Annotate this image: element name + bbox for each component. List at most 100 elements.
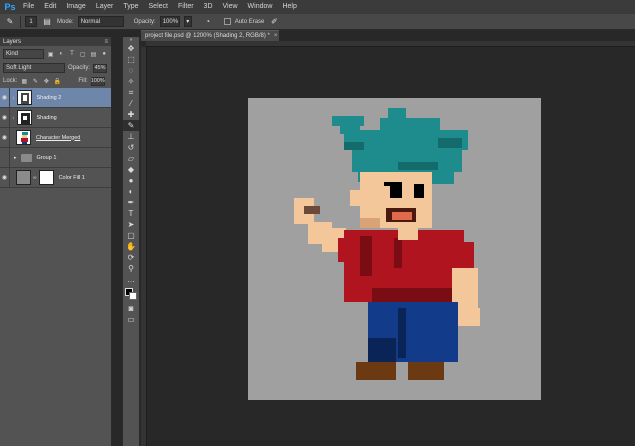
mask-thumbnail (38, 170, 54, 185)
pencil-tool-icon[interactable]: ✎ (123, 120, 139, 131)
mode-select[interactable]: Normal (77, 16, 124, 27)
layer-name[interactable]: Character Merged (36, 135, 80, 141)
layer-thumbnail (16, 90, 32, 105)
pen-tool-icon[interactable]: ✒ (123, 197, 139, 208)
eyedropper-tool-icon[interactable]: ⁄ (123, 98, 139, 109)
opacity-label: Opacity: (133, 18, 156, 25)
layer-row-character-merged[interactable]: ◉ Character Merged (0, 127, 111, 148)
healing-brush-tool-icon[interactable]: ✚ (123, 109, 139, 120)
pixel-filter-icon[interactable]: ▣ (47, 50, 55, 58)
layer-row-shading-2[interactable]: ◉ ↓ Shading 2 (0, 87, 111, 108)
folder-icon (20, 153, 32, 162)
document-canvas[interactable] (248, 98, 541, 400)
layer-row-group-1[interactable]: ▸ Group 1 (0, 147, 111, 168)
clip-arrow-icon: ↓ (12, 114, 15, 121)
menu-select[interactable]: Select (144, 0, 173, 14)
menu-layer[interactable]: Layer (91, 0, 119, 14)
lasso-tool-icon[interactable]: ◌ (123, 65, 139, 76)
menu-help[interactable]: Help (277, 0, 301, 14)
move-tool-icon[interactable]: ✥ (123, 43, 139, 54)
visibility-toggle-off[interactable] (0, 147, 10, 168)
crop-tool-icon[interactable]: ⌗ (123, 87, 139, 98)
pencil-tool-icon[interactable]: ✎ (4, 16, 16, 28)
lock-transparency-icon[interactable]: ▦ (20, 77, 28, 85)
more-tools-icon[interactable]: … (123, 274, 139, 285)
fill-label: Fill: (78, 78, 88, 84)
close-tab-icon[interactable]: × (274, 33, 278, 39)
menu-window[interactable]: Window (243, 0, 278, 14)
menu-view[interactable]: View (218, 0, 243, 14)
ps-logo: Ps (4, 2, 16, 12)
layer-row-shading[interactable]: ◉ ↓ Shading (0, 107, 111, 128)
background-color-swatch[interactable] (129, 292, 137, 300)
lock-pixels-icon[interactable]: ✎ (31, 77, 39, 85)
layer-thumbnail (16, 110, 32, 125)
menu-bar: Ps File Edit Image Layer Type Select Fil… (0, 0, 635, 14)
layer-row-color-fill-1[interactable]: ◉ ∞ Color Fill 1 (0, 167, 111, 188)
opacity-field[interactable]: 100% (159, 16, 180, 27)
rotate-view-tool-icon[interactable]: ⟳ (123, 252, 139, 263)
brush-size-picker[interactable]: 1 (25, 16, 37, 27)
layer-name[interactable]: Shading (37, 115, 57, 121)
color-swatches[interactable] (123, 287, 139, 301)
visibility-eye-icon[interactable]: ◉ (0, 127, 10, 148)
photoshop-window: Ps File Edit Image Layer Type Select Fil… (0, 0, 635, 446)
pressure-size-icon[interactable]: ✐ (268, 16, 280, 28)
filter-toggle-icon[interactable]: ● (100, 50, 108, 58)
opacity-dropdown[interactable]: ▾ (183, 16, 192, 27)
character-pants (368, 302, 458, 362)
character-face (350, 172, 432, 228)
lock-all-icon[interactable]: 🔒 (53, 77, 61, 85)
fill-field[interactable]: 100% (91, 76, 105, 86)
clone-stamp-tool-icon[interactable]: ⊥ (123, 131, 139, 142)
blur-tool-icon[interactable]: ● (123, 175, 139, 186)
menu-image[interactable]: Image (61, 0, 90, 14)
mode-label: Mode: (57, 18, 74, 25)
screen-mode-icon[interactable]: ▭ (123, 314, 139, 325)
visibility-eye-icon[interactable]: ◉ (0, 87, 10, 108)
layer-opacity-field[interactable]: 45% (93, 63, 108, 73)
visibility-eye-icon[interactable]: ◉ (0, 167, 10, 188)
layers-tab-bar: Layers ≡ (0, 37, 111, 46)
layer-name[interactable]: Color Fill 1 (59, 175, 85, 181)
layer-opacity-label: Opacity: (68, 65, 91, 71)
quick-mask-icon[interactable]: ◙ (123, 303, 139, 314)
path-select-tool-icon[interactable]: ➤ (123, 219, 139, 230)
paint-bucket-tool-icon[interactable]: ◆ (123, 164, 139, 175)
panel-menu-icon[interactable]: ≡ (104, 39, 108, 45)
layer-list: ◉ ↓ Shading 2 ◉ ↓ Shading ◉ Character Me… (0, 87, 111, 188)
zoom-tool-icon[interactable]: ⚲ (123, 263, 139, 274)
type-tool-icon[interactable]: T (123, 208, 139, 219)
kind-filter-select[interactable]: Kind (3, 49, 44, 59)
eraser-tool-icon[interactable]: ▱ (123, 153, 139, 164)
document-tab[interactable]: project file.psd @ 1200% (Shading 2, RGB… (141, 30, 279, 41)
expand-arrow-icon[interactable]: ▸ (14, 155, 17, 161)
marquee-tool-icon[interactable]: ⬚ (123, 54, 139, 65)
visibility-eye-icon[interactable]: ◉ (0, 107, 10, 128)
layer-name[interactable]: Group 1 (37, 155, 57, 161)
menu-type[interactable]: Type (118, 0, 143, 14)
menu-filter[interactable]: Filter (173, 0, 199, 14)
adjustment-filter-icon[interactable]: ◐ (57, 50, 65, 58)
menu-file[interactable]: File (18, 0, 39, 14)
menu-3d[interactable]: 3D (199, 0, 218, 14)
chain-link-icon[interactable]: ∞ (33, 175, 37, 181)
menu-edit[interactable]: Edit (39, 0, 61, 14)
auto-erase-label: Auto Erase (234, 18, 265, 25)
dodge-tool-icon[interactable]: ◐ (123, 186, 139, 197)
smart-object-filter-icon[interactable]: ▤ (90, 50, 98, 58)
layer-name[interactable]: Shading 2 (37, 95, 62, 101)
brush-panel-icon[interactable]: ▤ (41, 16, 53, 28)
pressure-opacity-icon[interactable]: ◔ (202, 16, 214, 28)
hand-tool-icon[interactable]: ✋ (123, 241, 139, 252)
layers-tab[interactable]: Layers (3, 39, 21, 45)
history-brush-tool-icon[interactable]: ↺ (123, 142, 139, 153)
shape-tool-icon[interactable]: ▢ (123, 230, 139, 241)
quick-select-tool-icon[interactable]: ✧ (123, 76, 139, 87)
shape-filter-icon[interactable]: ▢ (79, 50, 87, 58)
type-filter-icon[interactable]: T (68, 50, 76, 58)
pixel-art-character (294, 108, 480, 380)
blend-mode-select[interactable]: Soft Light (3, 63, 65, 73)
lock-position-icon[interactable]: ✥ (42, 77, 50, 85)
auto-erase-checkbox[interactable] (223, 18, 231, 25)
